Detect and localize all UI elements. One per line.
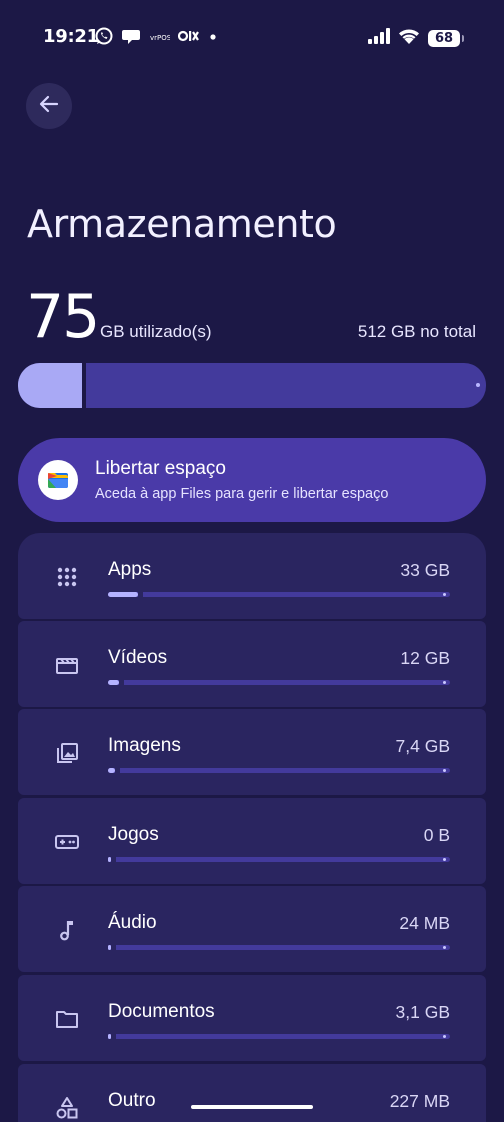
app-icon: vrPOS	[150, 29, 172, 47]
system-status-icons: 68	[368, 27, 464, 49]
navigation-gesture-bar[interactable]	[191, 1105, 313, 1109]
arrow-left-icon	[38, 93, 60, 120]
category-bar-gap	[111, 944, 116, 951]
svg-text:vrPOS: vrPOS	[150, 34, 170, 42]
category-usage-bar	[108, 944, 450, 951]
images-icon	[54, 740, 80, 766]
category-bar-end-dot	[443, 593, 446, 596]
category-usage-bar	[108, 679, 450, 686]
category-name: Documentos	[108, 1001, 215, 1022]
category-row-games[interactable]: Jogos 0 B	[18, 798, 486, 884]
battery-icon: 68	[428, 29, 464, 47]
storage-usage-fill	[18, 363, 87, 408]
back-button[interactable]	[26, 83, 72, 129]
category-size: 3,1 GB	[395, 1002, 450, 1022]
signal-icon	[368, 27, 390, 49]
wifi-icon	[398, 28, 420, 49]
olx-icon	[177, 29, 200, 48]
category-size: 12 GB	[400, 648, 450, 668]
status-time: 19:21	[43, 26, 99, 47]
category-bar-gap	[114, 767, 120, 774]
category-bar-gap	[111, 856, 116, 863]
category-size: 227 MB	[389, 1091, 450, 1111]
category-size: 33 GB	[400, 560, 450, 580]
free-up-space-button[interactable]: Libertar espaço Aceda à app Files para g…	[18, 438, 486, 522]
category-size: 7,4 GB	[395, 736, 450, 756]
folder-icon	[54, 1006, 80, 1032]
storage-usage-bar	[18, 363, 486, 408]
notification-icons: vrPOS	[94, 27, 218, 49]
category-bar-end-dot	[443, 681, 446, 684]
category-size: 24 MB	[399, 913, 450, 933]
files-app-icon	[38, 460, 78, 500]
category-bar-end-dot	[443, 946, 446, 949]
category-usage-bar	[108, 856, 450, 863]
category-name: Apps	[108, 559, 152, 580]
category-bar-gap	[118, 679, 124, 686]
category-name: Jogos	[108, 824, 159, 845]
category-row-apps[interactable]: Apps 33 GB	[18, 533, 486, 619]
category-usage-fill	[108, 592, 138, 597]
category-name: Vídeos	[108, 647, 168, 668]
category-row-videos[interactable]: Vídeos 12 GB	[18, 621, 486, 707]
category-usage-bar	[108, 1033, 450, 1040]
category-usage-fill	[108, 680, 119, 685]
music-note-icon	[54, 917, 80, 943]
whatsapp-icon	[94, 26, 114, 51]
category-size: 0 B	[423, 825, 450, 845]
dot-icon	[208, 29, 218, 47]
category-bar-end-dot	[443, 769, 446, 772]
category-usage-bar	[108, 767, 450, 774]
chat-bubble-icon	[122, 27, 142, 50]
category-row-images[interactable]: Imagens 7,4 GB	[18, 709, 486, 795]
category-name: Áudio	[108, 912, 157, 933]
apps-grid-icon	[54, 564, 80, 590]
shapes-icon	[54, 1095, 80, 1121]
gamepad-icon	[54, 829, 80, 855]
video-clapper-icon	[54, 652, 80, 678]
category-bar-gap	[111, 1033, 116, 1040]
used-storage-label: GB utilizado(s)	[100, 322, 212, 341]
category-row-other[interactable]: Outro 227 MB	[18, 1064, 486, 1122]
page-title: Armazenamento	[27, 202, 337, 246]
storage-bar-end-dot	[476, 383, 480, 387]
category-bar-end-dot	[443, 858, 446, 861]
category-row-documents[interactable]: Documentos 3,1 GB	[18, 975, 486, 1061]
category-bar-end-dot	[443, 1035, 446, 1038]
total-storage-label: 512 GB no total	[357, 322, 476, 341]
used-storage-value: 75	[26, 282, 100, 352]
category-row-audio[interactable]: Áudio 24 MB	[18, 886, 486, 972]
free-up-space-subtitle: Aceda à app Files para gerir e libertar …	[95, 486, 389, 502]
category-usage-bar	[108, 591, 450, 598]
category-name: Imagens	[108, 735, 181, 756]
category-name: Outro	[108, 1090, 156, 1111]
free-up-space-title: Libertar espaço	[95, 458, 226, 479]
category-bar-gap	[137, 591, 143, 598]
status-bar: 19:21 vrPOS 68	[0, 0, 504, 76]
